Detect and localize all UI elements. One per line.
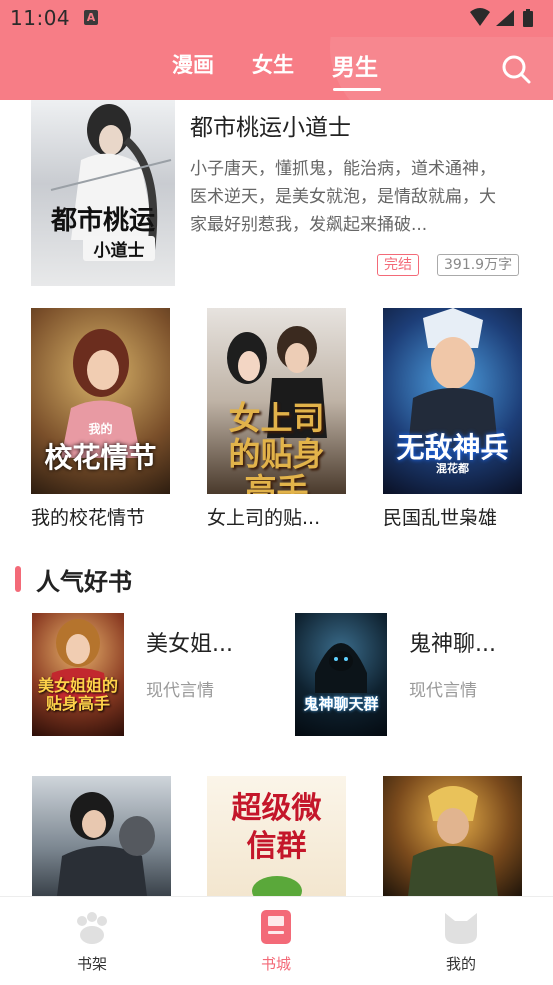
paw-icon	[77, 912, 107, 944]
status-bar: 11:04 A	[0, 0, 553, 37]
nav-label: 书架	[76, 955, 107, 973]
book-cover-nvshangsi[interactable]: 女上司的贴身高手	[207, 308, 346, 494]
cover-text: 美女姐姐的贴身高手	[37, 676, 118, 713]
cover-text: 女上司的贴身高手	[228, 399, 325, 494]
book-title[interactable]: 我的校花情节	[31, 503, 145, 530]
featured-title[interactable]: 都市桃运小道士	[190, 108, 351, 142]
popular-book-cover[interactable]: 美女姐姐的贴身高手	[32, 613, 124, 736]
section-title: 人气好书	[36, 568, 132, 596]
status-time: 11:04	[10, 6, 71, 30]
nav-mine[interactable]: 我的	[401, 897, 521, 985]
top-tab-bar: 漫画 女生 男生	[0, 37, 553, 100]
cover-text: 超级微信群	[231, 791, 322, 864]
tab-female[interactable]: 女生	[252, 49, 294, 79]
popular-book-cover[interactable]: 鬼神聊天群	[295, 613, 387, 736]
book-title[interactable]: 女上司的贴...	[207, 503, 320, 530]
nav-bookstore[interactable]: 书城	[216, 897, 336, 985]
signal-icon	[496, 10, 514, 26]
book-cover-minguo[interactable]: 无敌神兵 混花都	[383, 308, 522, 494]
notification-a-icon: A	[84, 10, 98, 25]
section-accent-bar	[15, 566, 21, 592]
system-status-icons	[470, 8, 533, 27]
word-count-badge: 391.9万字	[437, 254, 520, 276]
featured-description: 小子唐天，懂抓鬼，能治病，道术通神， 医术逆天，是美女就泡，是情敌就扁，大 家最…	[190, 159, 496, 235]
book-icon	[261, 910, 291, 944]
book-cover-xiaohua[interactable]: 我的 校花情节	[31, 308, 170, 494]
nav-label: 我的	[445, 955, 476, 973]
popular-book-genre: 现代言情	[146, 681, 214, 701]
book-cover[interactable]	[383, 776, 522, 896]
featured-book-cover[interactable]: 都市桃运 小道士	[31, 100, 175, 286]
cover-text: 校花情节	[44, 441, 157, 474]
featured-cover-subtext: 小道士	[83, 236, 155, 261]
bottom-nav-bar: 书架 书城 我的	[0, 896, 553, 985]
wifi-icon	[470, 8, 490, 26]
search-icon[interactable]	[500, 53, 532, 85]
book-cover[interactable]	[32, 776, 171, 896]
nav-bookshelf[interactable]: 书架	[32, 897, 152, 985]
book-title[interactable]: 民国乱世枭雄	[383, 503, 497, 530]
popular-book-title[interactable]: 鬼神聊...	[409, 626, 496, 658]
cat-face-icon	[445, 913, 477, 944]
tab-male[interactable]: 男生	[332, 48, 378, 82]
popular-book-title[interactable]: 美女姐...	[146, 626, 233, 658]
tab-comics[interactable]: 漫画	[172, 49, 214, 79]
popular-book-genre: 现代言情	[409, 681, 477, 701]
active-tab-indicator	[333, 88, 381, 91]
cover-text: 鬼神聊天群	[303, 695, 379, 713]
battery-icon	[523, 11, 533, 27]
featured-cover-text: 都市桃运	[50, 206, 155, 236]
book-cover-chaoji[interactable]: 超级微信群	[207, 776, 346, 896]
status-badge: 完结	[377, 254, 419, 276]
nav-label: 书城	[260, 955, 291, 973]
